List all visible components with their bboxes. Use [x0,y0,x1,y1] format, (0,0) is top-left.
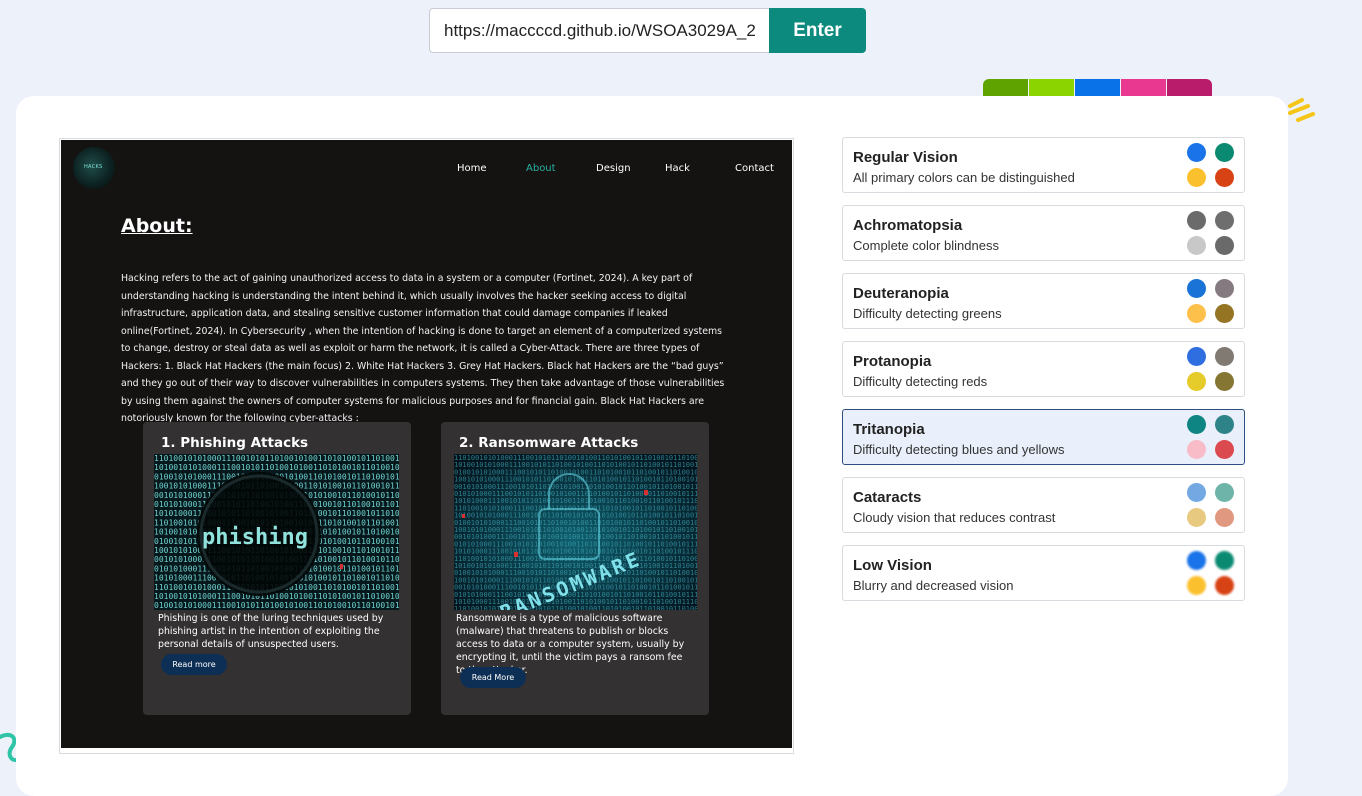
site-logo-text: HACKS [84,164,103,170]
color-sample-dot [1187,551,1206,570]
vision-description: All primary colors can be distinguished [853,170,1075,185]
website-preview: HACKS Home About Design Hack Contact Abo… [61,140,792,748]
color-sample-dot [1187,143,1206,162]
color-sample-dot [1215,483,1234,502]
color-sample-dot [1215,168,1234,187]
vision-description: Difficulty detecting greens [853,306,1002,321]
color-sample-dot [1187,347,1206,366]
nav-design[interactable]: Design [596,163,631,174]
vision-description: Cloudy vision that reduces contrast [853,510,1056,525]
vision-title: Regular Vision [853,149,958,166]
color-sample-dot [1215,508,1234,527]
phishing-image-word: phishing [202,525,308,550]
color-sample-dot [1187,372,1206,391]
nav-contact[interactable]: Contact [735,163,774,174]
svg-text:110100101010001110010101101001: 1101001010100011100101011010010100110101… [454,605,697,610]
svg-text:110100101010001110010101101001: 1101001010100011100101011010010100110101… [154,454,399,463]
color-sample-dot [1215,143,1234,162]
phishing-card-title: 1. Phishing Attacks [161,435,309,451]
color-sample-dot [1187,168,1206,187]
nav-about[interactable]: About [526,163,556,174]
vision-title: Achromatopsia [853,217,963,234]
ransomware-card-title: 2. Ransomware Attacks [459,435,639,451]
color-sample-dot [1215,211,1234,230]
color-sample-dot [1215,372,1234,391]
vision-description: Difficulty detecting reds [853,374,988,389]
vision-description: Complete color blindness [853,238,999,253]
color-sample-dot [1215,347,1234,366]
vision-option-protanopia[interactable]: Protanopia Difficulty detecting reds [842,341,1245,397]
vision-option-achromatopsia[interactable]: Achromatopsia Complete color blindness [842,205,1245,261]
enter-button[interactable]: Enter [769,8,866,53]
about-text: Hacking refers to the act of gaining una… [121,273,725,424]
vision-option-cataracts[interactable]: Cataracts Cloudy vision that reduces con… [842,477,1245,533]
color-sample-dot [1215,279,1234,298]
vision-option-regular-vision[interactable]: Regular Vision All primary colors can be… [842,137,1245,193]
color-sample-dot [1187,304,1206,323]
vision-title: Low Vision [853,557,932,574]
ransomware-card: 2. Ransomware Attacks 110100101010001110… [441,422,709,715]
vision-title: Cataracts [853,489,922,506]
color-sample-dot [1215,304,1234,323]
color-sample-dot [1215,440,1234,459]
phishing-image: 1101001010100011100101011010010100110101… [154,454,399,610]
url-input[interactable] [429,8,769,53]
about-title: About: [121,215,193,237]
color-sample-dot [1187,211,1206,230]
color-sample-dot [1215,551,1234,570]
color-sample-dot [1215,236,1234,255]
color-sample-dot [1187,440,1206,459]
vision-option-deuteranopia[interactable]: Deuteranopia Difficulty detecting greens [842,273,1245,329]
vision-description: Difficulty detecting blues and yellows [853,442,1065,457]
color-sample-dot [1187,576,1206,595]
phishing-card: 1. Phishing Attacks 11010010101000111001… [143,422,411,715]
ransomware-image: 1101001010100011100101011010010100110101… [454,454,697,610]
color-sample-dot [1187,279,1206,298]
vision-title: Protanopia [853,353,932,370]
url-bar: Enter [429,8,866,53]
vision-title: Deuteranopia [853,285,949,302]
color-sample-dot [1187,483,1206,502]
vision-description: Blurry and decreased vision [853,578,1014,593]
color-sample-dot [1215,576,1234,595]
ransomware-read-more-button[interactable]: Read More [460,667,526,688]
decorative-sparkle-icon [1288,98,1315,122]
phishing-read-more-button[interactable]: Read more [161,654,227,675]
site-logo[interactable]: HACKS [73,147,115,189]
color-sample-dot [1187,236,1206,255]
vision-title: Tritanopia [853,421,925,438]
color-sample-dot [1215,415,1234,434]
svg-text:101001010100011100101011010010: 1010010101000111001010110100101001101010… [154,463,399,472]
nav-hack[interactable]: Hack [665,163,690,174]
color-sample-dot [1187,415,1206,434]
svg-text:010010101000111001010110100101: 0100101010001110010101101001010011010100… [154,601,399,610]
vision-option-low-vision[interactable]: Low Vision Blurry and decreased vision [842,545,1245,601]
nav-home[interactable]: Home [457,163,487,174]
color-sample-dot [1187,508,1206,527]
phishing-card-description: Phishing is one of the luring techniques… [158,613,384,650]
vision-option-tritanopia[interactable]: Tritanopia Difficulty detecting blues an… [842,409,1245,465]
